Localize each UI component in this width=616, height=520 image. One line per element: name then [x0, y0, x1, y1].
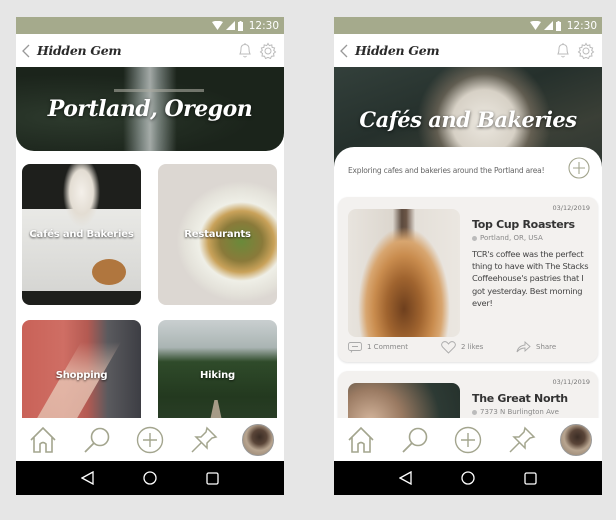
gear-icon [259, 42, 277, 59]
system-nav-bar [334, 461, 602, 495]
status-time: 12:30 [566, 19, 597, 32]
signal-icon [225, 21, 235, 30]
category-label: Shopping [55, 369, 108, 381]
post-location: Portland, OR, USA [472, 234, 543, 242]
post-actions: 1 Comment 2 likes Share [348, 339, 588, 355]
city-hero-banner: Portland, Oregon [16, 67, 284, 151]
post-photo[interactable] [348, 209, 460, 337]
status-bar: 12:30 [16, 17, 284, 34]
category-tile-shopping[interactable]: Shopping [22, 320, 141, 418]
nav-search-button[interactable] [82, 425, 112, 455]
home-circle-icon[interactable] [461, 471, 475, 485]
nav-pinned-button[interactable] [507, 425, 537, 455]
post-location: 7373 N Burlington Ave [472, 408, 559, 416]
plus-circle-icon [568, 157, 590, 179]
comment-icon [348, 341, 362, 353]
nav-home-button[interactable] [28, 425, 58, 455]
phone-screen-category: 12:30 Hidden Gem Cafés and Bakeries Expl… [334, 17, 602, 495]
nav-pinned-button[interactable] [189, 425, 219, 455]
status-bar: 12:30 [334, 17, 602, 34]
category-intro-text: Exploring cafes and bakeries around the … [348, 166, 545, 175]
status-time: 12:30 [248, 19, 279, 32]
like-button[interactable]: 2 likes [441, 340, 516, 354]
bottom-nav [16, 418, 284, 461]
post-location-text: 7373 N Burlington Ave [480, 408, 559, 416]
chevron-left-icon [22, 44, 30, 57]
comment-count: 1 Comment [367, 343, 408, 351]
notifications-button[interactable] [553, 41, 573, 61]
post-photo[interactable] [348, 383, 460, 418]
back-button[interactable] [340, 43, 352, 59]
nav-add-button[interactable] [135, 425, 165, 455]
share-arrow-icon [516, 341, 531, 353]
back-triangle-icon[interactable] [80, 471, 94, 485]
post-card[interactable]: 03/12/2019 Top Cup Roasters Portland, OR… [338, 197, 598, 362]
category-tile-cafes[interactable]: Cafés and Bakeries [22, 164, 141, 305]
bell-icon [557, 43, 569, 58]
battery-icon [555, 20, 561, 31]
recents-square-icon[interactable] [206, 471, 219, 485]
like-count: 2 likes [461, 343, 484, 351]
category-label: Hiking [200, 369, 235, 381]
pushpin-icon [190, 426, 217, 453]
nav-search-button[interactable] [400, 425, 430, 455]
post-card[interactable]: 03/11/2019 The Great North 7373 N Burlin… [338, 371, 598, 418]
post-location-text: Portland, OR, USA [480, 234, 543, 242]
app-header: Hidden Gem [16, 34, 284, 67]
bottom-nav [334, 418, 602, 461]
system-nav-bar [16, 461, 284, 495]
recents-square-icon[interactable] [524, 471, 537, 485]
nav-home-button[interactable] [346, 425, 376, 455]
post-date: 03/11/2019 [552, 378, 590, 386]
comment-button[interactable]: 1 Comment [348, 341, 441, 353]
phone-screen-city: 12:30 Hidden Gem Portland, Oregon Cafés … [16, 17, 284, 495]
search-icon [83, 427, 109, 453]
share-label: Share [536, 343, 557, 351]
app-title: Hidden Gem [37, 43, 122, 58]
share-button[interactable]: Share [516, 341, 556, 353]
battery-icon [237, 20, 243, 31]
profile-avatar[interactable] [560, 423, 592, 456]
back-triangle-icon[interactable] [398, 471, 412, 485]
post-place-name[interactable]: The Great North [472, 392, 568, 405]
pushpin-icon [508, 426, 535, 453]
notifications-button[interactable] [235, 41, 255, 61]
app-title: Hidden Gem [355, 43, 440, 58]
plus-circle-icon [454, 426, 482, 453]
back-button[interactable] [22, 43, 34, 59]
home-circle-icon[interactable] [143, 471, 157, 485]
post-date: 03/12/2019 [552, 204, 590, 212]
post-body: TCR's coffee was the perfect thing to ha… [472, 249, 589, 308]
settings-button[interactable] [576, 41, 596, 61]
heart-icon [441, 340, 456, 354]
add-post-button[interactable] [568, 157, 590, 179]
gear-icon [577, 42, 595, 59]
app-header: Hidden Gem [334, 34, 602, 67]
location-pin-icon [472, 235, 477, 241]
plus-circle-icon [136, 426, 164, 453]
category-grid: Cafés and Bakeries Restaurants Shopping … [16, 151, 284, 418]
chevron-left-icon [340, 44, 348, 57]
settings-button[interactable] [258, 41, 278, 61]
category-label: Cafés and Bakeries [29, 229, 134, 240]
wifi-icon [529, 21, 541, 30]
category-feed[interactable]: Exploring cafes and bakeries around the … [334, 147, 602, 418]
search-icon [401, 427, 427, 453]
wifi-icon [211, 21, 223, 30]
profile-avatar[interactable] [242, 423, 274, 456]
category-label: Restaurants [184, 229, 251, 240]
post-place-name[interactable]: Top Cup Roasters [472, 218, 575, 231]
category-tile-restaurants[interactable]: Restaurants [158, 164, 277, 305]
nav-add-button[interactable] [453, 425, 483, 455]
city-title: Portland, Oregon [47, 96, 253, 122]
category-tile-hiking[interactable]: Hiking [158, 320, 277, 418]
home-icon [348, 426, 374, 453]
category-title: Cafés and Bakeries [359, 107, 577, 132]
location-pin-icon [472, 409, 477, 415]
home-icon [30, 426, 56, 453]
signal-icon [543, 21, 553, 30]
bell-icon [239, 43, 251, 58]
